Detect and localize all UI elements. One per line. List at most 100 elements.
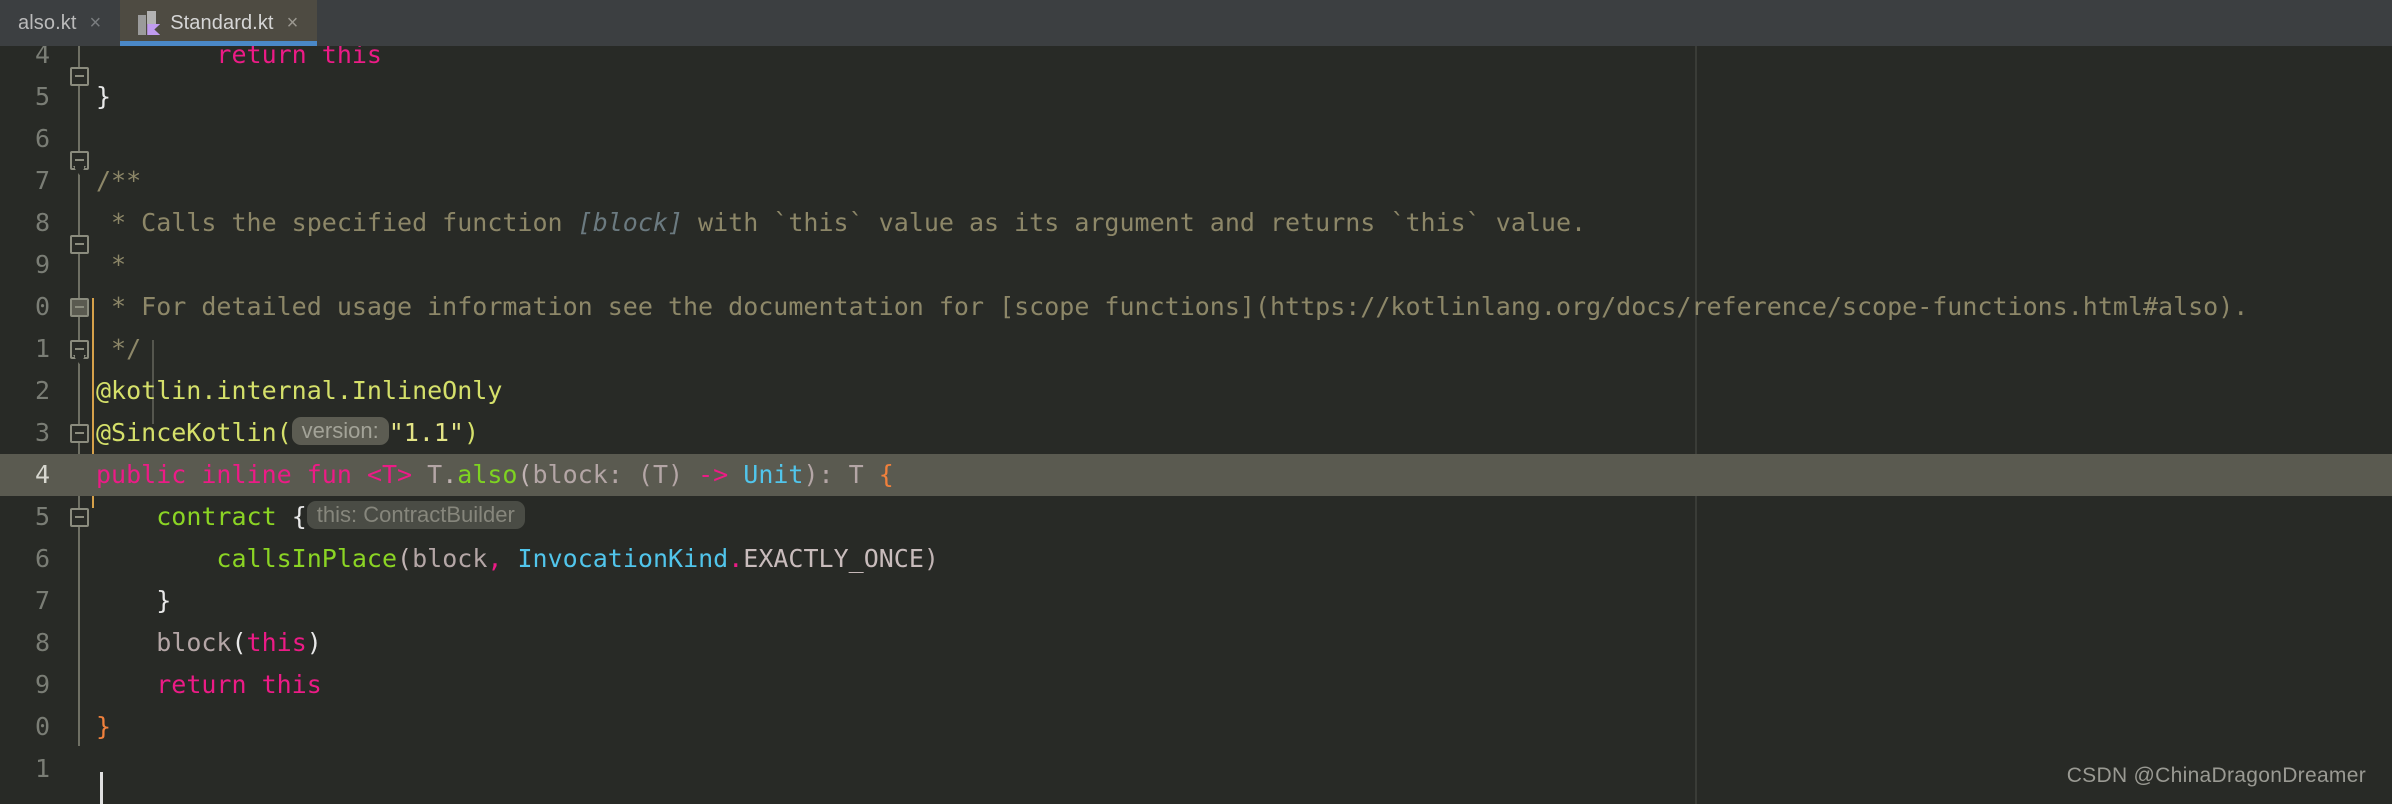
- line-number: 2: [0, 370, 50, 412]
- code-token: public inline fun: [96, 460, 367, 489]
- code-text: contract {this: ContractBuilder: [96, 496, 525, 538]
- code-token: * For detailed usage information see the…: [96, 292, 2248, 321]
- code-line[interactable]: 1 */: [0, 328, 2392, 370]
- code-token: contract: [156, 502, 276, 531]
- code-token: /**: [96, 166, 141, 195]
- tab-label: also.kt: [18, 12, 77, 35]
- code-token: return this: [156, 670, 322, 699]
- code-line[interactable]: 1: [0, 748, 2392, 790]
- code-token: [96, 670, 156, 699]
- kotlin-file-icon: [138, 11, 160, 35]
- code-line[interactable]: 0 * For detailed usage information see t…: [0, 286, 2392, 328]
- code-text: * For detailed usage information see the…: [96, 286, 2248, 328]
- code-line[interactable]: 9 *: [0, 244, 2392, 286]
- code-token: (: [397, 544, 412, 573]
- code-token: (T): [638, 460, 683, 489]
- close-icon[interactable]: ×: [87, 11, 105, 35]
- code-token: {: [879, 460, 894, 489]
- code-token: [96, 586, 156, 615]
- line-number: 5: [0, 496, 50, 538]
- code-token: [96, 628, 156, 657]
- code-token: }: [96, 82, 111, 111]
- code-line[interactable]: 5}: [0, 76, 2392, 118]
- close-icon[interactable]: ×: [284, 11, 302, 35]
- editor-tab-bar: also.kt × Standard.kt ×: [0, 0, 2392, 46]
- code-text: return this: [96, 664, 322, 706]
- code-token: }: [96, 712, 111, 741]
- code-text: callsInPlace(block, InvocationKind.EXACT…: [96, 538, 939, 580]
- code-line[interactable]: 0}: [0, 706, 2392, 748]
- code-token: [96, 46, 216, 69]
- code-text: public inline fun <T> T.also(block: (T) …: [96, 454, 894, 496]
- code-text: @kotlin.internal.InlineOnly: [96, 370, 502, 412]
- code-line[interactable]: 7 /**: [0, 160, 2392, 202]
- code-token: (: [517, 460, 532, 489]
- code-token: this: [247, 628, 307, 657]
- code-token: "1.1": [389, 418, 464, 447]
- code-line[interactable]: 4 return this: [0, 46, 2392, 76]
- code-text: }: [96, 580, 171, 622]
- code-token: Unit: [743, 460, 803, 489]
- code-token: [502, 544, 517, 573]
- code-token: */: [96, 334, 141, 363]
- code-text: @SinceKotlin(version:"1.1"): [96, 412, 479, 454]
- code-line[interactable]: 2 @kotlin.internal.InlineOnly: [0, 370, 2392, 412]
- code-token: ): [307, 628, 322, 657]
- code-editor[interactable]: 4 return this5}67/**8 * Calls the specif…: [0, 46, 2392, 804]
- line-number: 7: [0, 160, 50, 202]
- line-number: 6: [0, 118, 50, 160]
- code-token: .: [728, 544, 743, 573]
- code-token: (: [231, 628, 246, 657]
- code-token: ->: [683, 460, 743, 489]
- watermark-text: CSDN @ChinaDragonDreamer: [2067, 764, 2366, 788]
- line-number: 5: [0, 76, 50, 118]
- code-token: @SinceKotlin(: [96, 418, 292, 447]
- code-token: * Calls the specified function: [96, 208, 578, 237]
- code-token: InvocationKind: [518, 544, 729, 573]
- code-text: * Calls the specified function [block] w…: [96, 202, 1586, 244]
- tab-standard-kt[interactable]: Standard.kt ×: [120, 0, 317, 46]
- tab-also-kt[interactable]: also.kt ×: [0, 0, 120, 46]
- tab-label: Standard.kt: [170, 12, 273, 35]
- code-line[interactable]: 9 return this: [0, 664, 2392, 706]
- code-line[interactable]: 5 contract {this: ContractBuilder: [0, 496, 2392, 538]
- code-token: }: [156, 586, 171, 615]
- code-token: T: [412, 460, 442, 489]
- line-number: 1: [0, 748, 50, 790]
- code-token: ): [464, 418, 479, 447]
- code-token: also: [457, 460, 517, 489]
- code-line[interactable]: 6 callsInPlace(block, InvocationKind.EXA…: [0, 538, 2392, 580]
- code-text: block(this): [96, 622, 322, 664]
- line-number: 6: [0, 538, 50, 580]
- code-token: [block]: [578, 208, 683, 237]
- code-line[interactable]: 3@SinceKotlin(version:"1.1"): [0, 412, 2392, 454]
- line-number: 8: [0, 202, 50, 244]
- code-token: {: [277, 502, 307, 531]
- code-token: block: [156, 628, 231, 657]
- code-text: /**: [96, 160, 141, 202]
- code-token: *: [96, 250, 126, 279]
- code-line[interactable]: 6: [0, 118, 2392, 160]
- line-number: 9: [0, 244, 50, 286]
- line-number: 4: [0, 46, 50, 76]
- line-number: 8: [0, 622, 50, 664]
- code-line-current[interactable]: 4public inline fun <T> T.also(block: (T)…: [0, 454, 2392, 496]
- code-line[interactable]: 7 }: [0, 580, 2392, 622]
- code-token: [96, 502, 156, 531]
- code-text: }: [96, 706, 111, 748]
- code-token: ,: [487, 544, 502, 573]
- code-token: return this: [216, 46, 382, 69]
- line-number: 7: [0, 580, 50, 622]
- code-token: .: [442, 460, 457, 489]
- code-line[interactable]: 8 block(this): [0, 622, 2392, 664]
- code-token: @kotlin.internal.InlineOnly: [96, 376, 502, 405]
- code-token: EXACTLY_ONCE: [743, 544, 924, 573]
- code-token: <T>: [367, 460, 412, 489]
- code-text: *: [96, 244, 126, 286]
- line-number: 0: [0, 706, 50, 748]
- code-line[interactable]: 8 * Calls the specified function [block]…: [0, 202, 2392, 244]
- code-token: ): [924, 544, 939, 573]
- code-token: [96, 544, 216, 573]
- line-number: 1: [0, 328, 50, 370]
- code-token: block:: [533, 460, 638, 489]
